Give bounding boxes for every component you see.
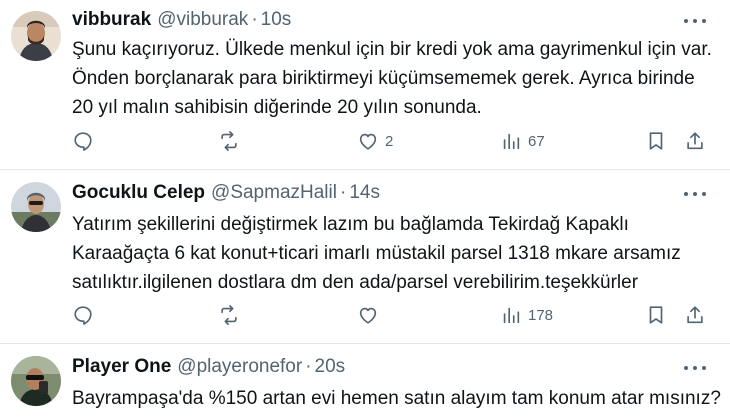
avatar[interactable] [11,356,61,406]
tweet-text: Yatırım şekillerini değiştirmek lazım bu… [72,210,722,297]
share-icon [687,306,703,324]
like-button[interactable] [357,302,385,328]
tweet[interactable]: Player One @playeronefor · 20s Bayrampaş… [0,344,730,420]
share-icon [687,132,703,150]
like-count: 2 [385,132,394,150]
tweet[interactable]: Gocuklu Celep @SapmazHalil · 14s Yatırım… [0,170,730,344]
action-bar: 178 [72,302,712,328]
bookmark-button[interactable] [645,128,667,154]
avatar-image [11,356,61,406]
reply-icon [74,306,92,325]
like-button[interactable]: 2 [357,128,393,154]
tweet-header: vibburak @vibburak · 10s [72,8,291,32]
reply-button[interactable] [72,302,100,328]
user-handle[interactable]: @playeronefor [177,356,302,378]
retweet-button[interactable] [218,302,246,328]
bookmark-icon [649,306,663,324]
heart-icon [359,307,377,324]
separator: · [305,356,312,377]
user-handle[interactable]: @vibburak [157,9,248,31]
more-icon[interactable] [684,358,706,378]
tweet-text-line: Önden borçlanarak para biriktirmeyi küçü… [72,68,695,89]
tweet-text-line: Bayrampaşa'da %150 artan evi hemen satın… [72,388,721,409]
more-icon[interactable] [684,11,706,31]
display-name[interactable]: Gocuklu Celep [72,182,205,204]
share-button[interactable] [684,302,706,328]
retweet-icon [221,131,237,151]
retweet-icon [221,305,237,325]
tweet-text-line: Yatırım şekillerini değiştirmek lazım bu… [72,214,629,235]
separator: · [339,182,347,203]
timestamp[interactable]: 20s [315,356,346,378]
bookmark-icon [649,132,663,150]
tweet-text-line: satılıktır.ilgilenen dostlara dm den ada… [72,272,639,293]
tweet-header: Gocuklu Celep @SapmazHalil · 14s [72,181,380,205]
avatar-image [11,182,61,232]
tweet[interactable]: vibburak @vibburak · 10s Şunu kaçırıyoru… [0,0,730,170]
views-button[interactable]: 178 [500,302,553,328]
action-bar: 2 67 [72,128,712,154]
separator: · [251,9,258,30]
more-icon[interactable] [684,184,706,204]
user-handle[interactable]: @SapmazHalil [211,182,337,204]
tweet-text: Şunu kaçırıyoruz. Ülkede menkul için bir… [72,35,722,122]
tweet-feed: vibburak @vibburak · 10s Şunu kaçırıyoru… [0,0,730,420]
tweet-text-line: 20 yıl malın sahibisin diğerinde 20 yılı… [72,97,482,118]
bookmark-button[interactable] [645,302,667,328]
display-name[interactable]: vibburak [72,9,151,31]
tweet-header: Player One @playeronefor · 20s [72,355,345,379]
view-count: 67 [528,132,545,150]
analytics-icon [503,133,520,150]
view-count: 178 [528,306,554,324]
heart-icon [359,133,377,150]
share-button[interactable] [684,128,706,154]
tweet-text-line: Karaağaçta 6 kat konut+ticari imarlı müs… [72,243,681,264]
tweet-text-line: Şunu kaçırıyoruz. Ülkede menkul için bir… [72,39,712,60]
avatar[interactable] [11,182,61,232]
reply-icon [74,132,92,151]
retweet-button[interactable] [218,128,246,154]
views-button[interactable]: 67 [500,128,545,154]
timestamp[interactable]: 10s [261,9,292,31]
timestamp[interactable]: 14s [349,182,380,204]
reply-button[interactable] [72,128,100,154]
avatar[interactable] [11,11,61,61]
tweet-text: Bayrampaşa'da %150 artan evi hemen satın… [72,384,722,413]
avatar-image [11,11,61,61]
analytics-icon [503,307,520,324]
display-name[interactable]: Player One [72,356,171,378]
